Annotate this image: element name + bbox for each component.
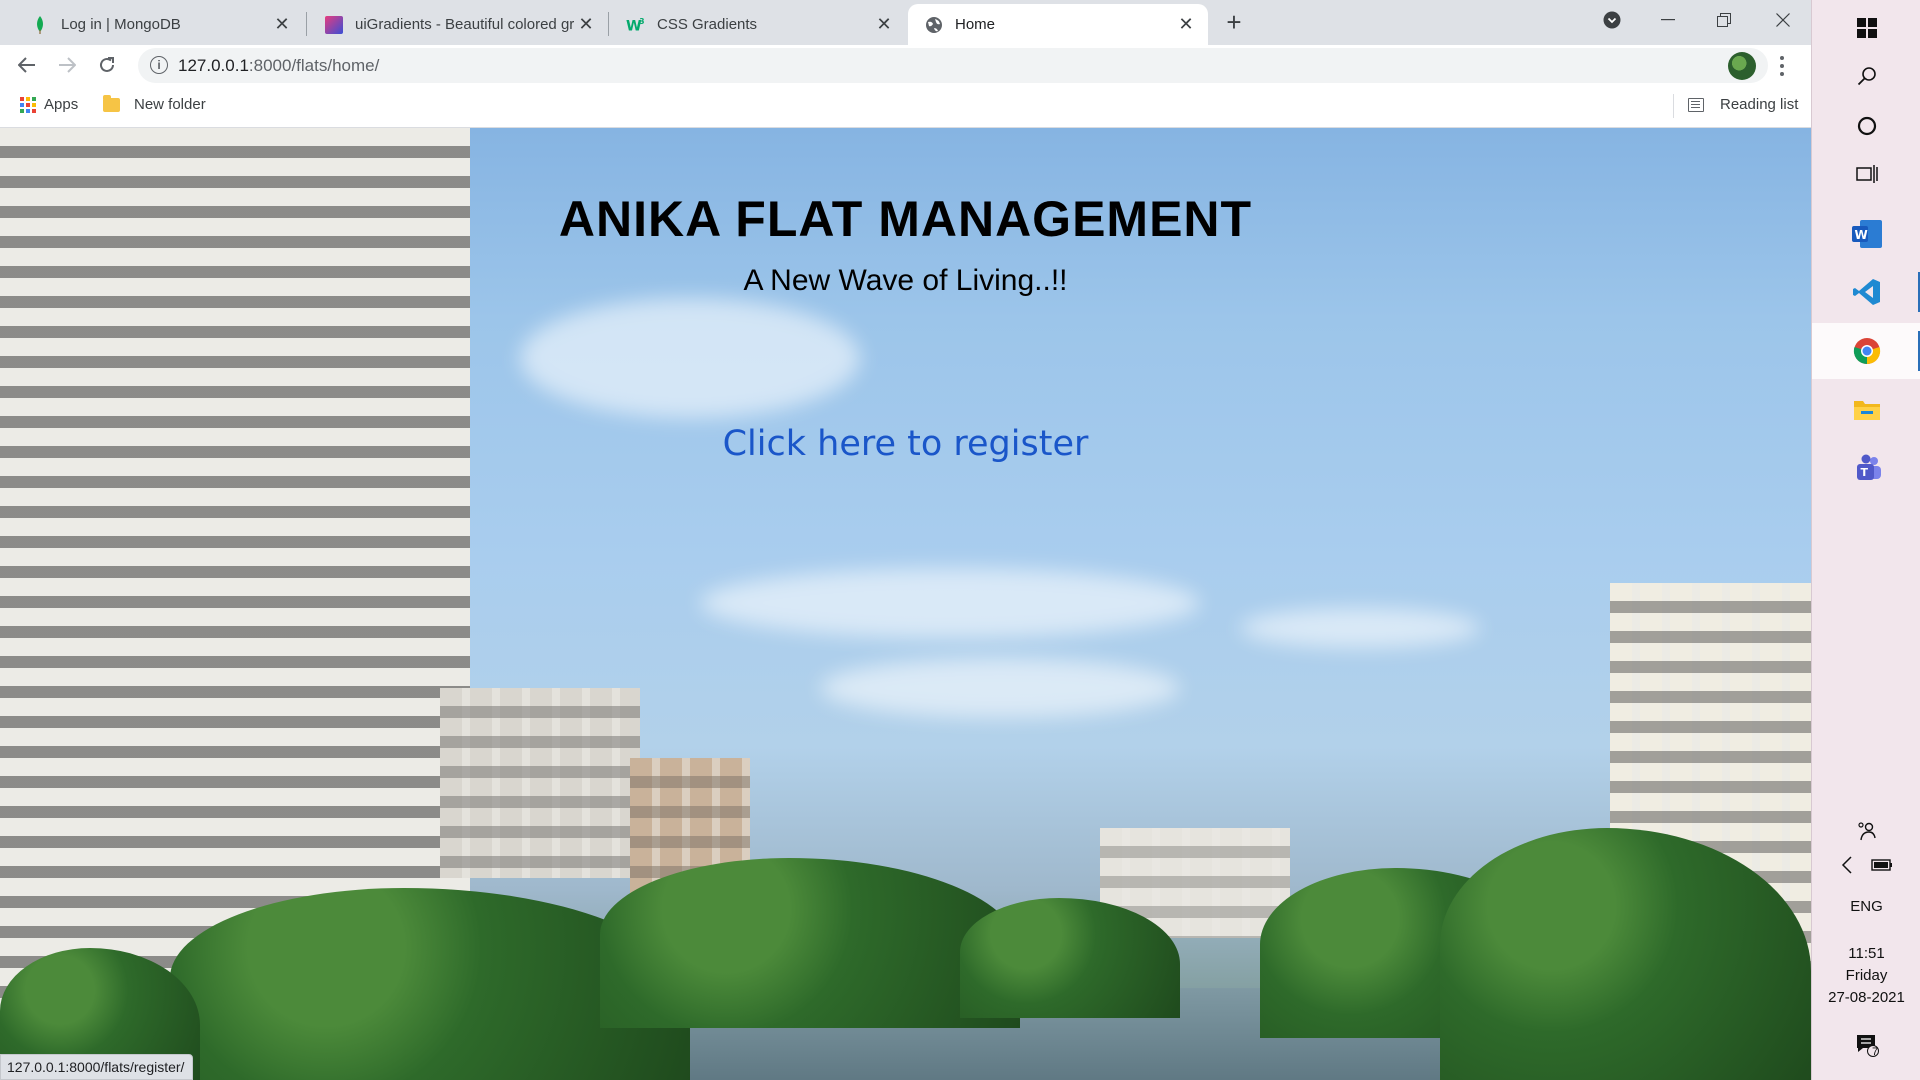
people-icon <box>1857 822 1876 841</box>
restore-icon <box>1717 13 1731 27</box>
apps-grid-icon <box>20 96 36 113</box>
bookmark-label: New folder <box>134 96 206 113</box>
bookmark-new-folder[interactable]: New folder <box>103 94 206 113</box>
reading-list-label: Reading list <box>1720 96 1799 113</box>
close-tab-icon[interactable]: ✕ <box>874 14 894 35</box>
bookmark-label: Apps <box>44 96 79 113</box>
restore-button[interactable] <box>1696 0 1752 40</box>
reload-icon <box>100 57 114 72</box>
close-window-button[interactable] <box>1755 0 1811 40</box>
page-subtitle: A New Wave of Living..!! <box>743 264 1068 297</box>
svg-text:W: W <box>1854 228 1867 242</box>
browser-toolbar: i 127.0.0.1:8000/flats/home/ ☆ <box>0 45 1811 86</box>
vscode-icon <box>1852 279 1880 305</box>
close-icon <box>1776 13 1790 27</box>
browser-menu-icon[interactable] <box>1770 51 1794 81</box>
battery-icon[interactable] <box>1870 858 1893 872</box>
tab-strip: Log in | MongoDB ✕ uiGradients - Beautif… <box>0 0 1811 45</box>
tab-search-icon <box>1603 11 1621 29</box>
page-viewport: ANIKA FLAT MANAGEMENT A New Wave of Livi… <box>0 128 1811 1080</box>
tab-title: Log in | MongoDB <box>61 16 181 33</box>
close-tab-icon[interactable]: ✕ <box>576 14 596 35</box>
clock-day[interactable]: Friday <box>1812 967 1920 984</box>
show-hidden-icons-chevron-icon[interactable] <box>1841 856 1853 874</box>
address-url[interactable]: 127.0.0.1:8000/flats/home/ <box>178 56 379 76</box>
windows-taskbar: W T ENG 11:51 Friday 27-08-2021 7 <box>1811 0 1920 1080</box>
tab-separator <box>608 12 609 36</box>
tab-uigradients[interactable]: uiGradients - Beautiful colored gr ✕ <box>308 4 608 45</box>
globe-icon <box>924 15 943 34</box>
w3schools-icon: W3 <box>626 15 645 34</box>
back-button[interactable] <box>11 49 43 81</box>
bookmark-separator <box>1673 94 1674 118</box>
cortana-circle-icon <box>1857 116 1876 136</box>
folder-icon <box>103 94 120 112</box>
forward-button[interactable] <box>51 49 83 81</box>
url-host: 127.0.0.1 <box>178 56 249 75</box>
page-title: ANIKA FLAT MANAGEMENT <box>558 191 1253 247</box>
forward-arrow-icon <box>59 57 76 73</box>
system-tray <box>1812 845 1920 885</box>
svg-text:T: T <box>1860 466 1868 479</box>
reading-list-button[interactable]: Reading list <box>1688 96 1798 113</box>
url-path: :8000/flats/home/ <box>248 56 380 75</box>
taskbar-file-explorer[interactable] <box>1812 382 1920 438</box>
windows-logo-icon <box>1856 18 1877 38</box>
site-info-icon[interactable]: i <box>150 56 168 74</box>
register-link-container: Click here to register <box>0 424 1811 464</box>
back-arrow-icon <box>18 57 35 73</box>
task-view-icon <box>1855 165 1878 183</box>
tab-title: CSS Gradients <box>657 16 758 33</box>
reload-button[interactable] <box>91 49 123 81</box>
taskbar-teams[interactable]: T <box>1812 440 1920 496</box>
minimize-icon <box>1661 19 1675 21</box>
mongodb-leaf-icon <box>30 15 49 34</box>
register-link[interactable]: Click here to register <box>723 424 1089 464</box>
notification-count: 7 <box>1872 1046 1879 1058</box>
tab-title: Home <box>955 16 996 33</box>
close-tab-icon[interactable]: ✕ <box>1176 14 1196 35</box>
tab-search-button[interactable] <box>1584 0 1640 40</box>
taskbar-word[interactable]: W <box>1812 206 1920 262</box>
tab-separator <box>306 12 307 36</box>
tab-css-gradients[interactable]: W3 CSS Gradients ✕ <box>610 4 906 45</box>
action-center-button[interactable]: 7 <box>1812 1020 1920 1070</box>
taskbar-chrome[interactable] <box>1812 323 1920 379</box>
search-icon <box>1857 67 1876 86</box>
reading-list-icon <box>1688 97 1704 112</box>
uigradients-icon <box>324 15 343 34</box>
tab-mongodb[interactable]: Log in | MongoDB ✕ <box>14 4 304 45</box>
minimize-button[interactable] <box>1640 0 1696 40</box>
close-tab-icon[interactable]: ✕ <box>272 14 292 35</box>
microsoft-teams-icon: T <box>1856 454 1881 480</box>
taskbar-vscode[interactable] <box>1812 264 1920 320</box>
tab-home[interactable]: Home ✕ <box>908 4 1208 45</box>
bookmarks-bar: Apps New folder Reading list <box>0 86 1811 128</box>
address-bar[interactable]: i 127.0.0.1:8000/flats/home/ ☆ <box>138 48 1768 83</box>
language-indicator[interactable]: ENG <box>1812 898 1920 915</box>
new-tab-button[interactable]: + <box>1220 7 1248 37</box>
microsoft-word-icon: W <box>1851 220 1882 248</box>
bookmark-apps[interactable]: Apps <box>20 96 78 113</box>
task-view-button[interactable] <box>1812 146 1920 202</box>
svg-text:3: 3 <box>639 17 644 26</box>
clock-date[interactable]: 27-08-2021 <box>1812 989 1920 1006</box>
profile-avatar[interactable] <box>1728 52 1756 80</box>
taskbar-search-button[interactable] <box>1812 48 1920 104</box>
file-explorer-icon <box>1853 401 1880 420</box>
clock-time[interactable]: 11:51 <box>1812 945 1920 962</box>
tab-title: uiGradients - Beautiful colored gr <box>355 16 575 33</box>
browser-window: Log in | MongoDB ✕ uiGradients - Beautif… <box>0 0 1811 1080</box>
chrome-icon <box>1853 338 1880 365</box>
status-url-bubble: 127.0.0.1:8000/flats/register/ <box>0 1054 194 1080</box>
